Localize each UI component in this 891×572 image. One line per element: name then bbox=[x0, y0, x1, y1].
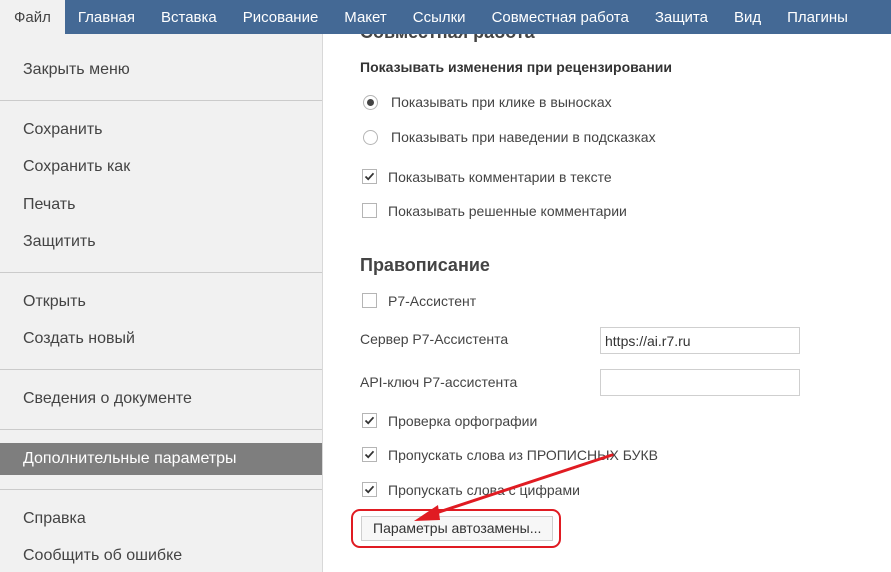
annotation-arrow-icon bbox=[414, 453, 614, 521]
